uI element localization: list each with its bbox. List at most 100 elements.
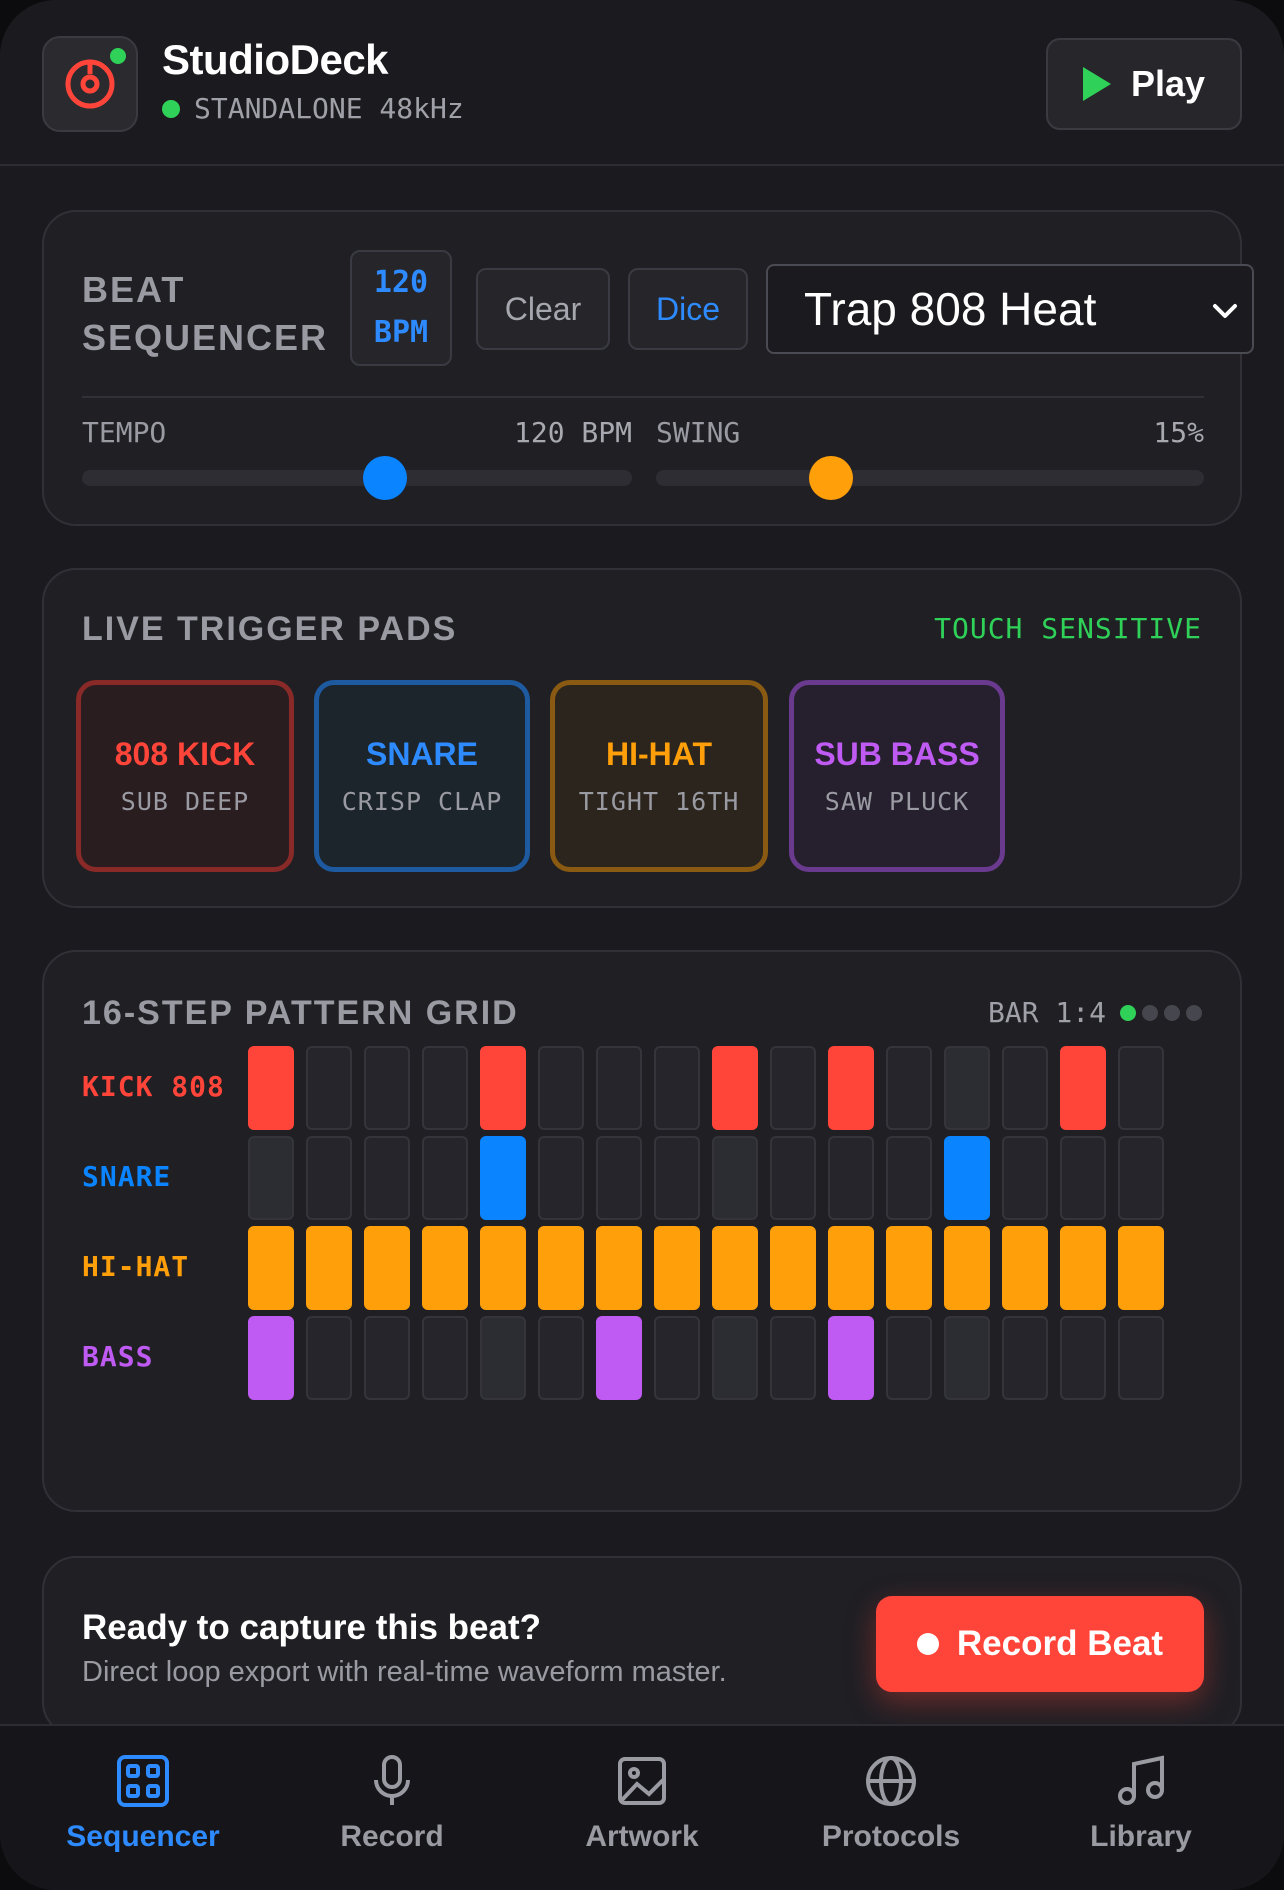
step-cell[interactable] [480, 1226, 526, 1310]
step-cell[interactable] [422, 1316, 468, 1400]
step-cell[interactable] [1118, 1046, 1164, 1130]
step-cell[interactable] [828, 1226, 874, 1310]
step-cell[interactable] [538, 1046, 584, 1130]
step-cell[interactable] [480, 1046, 526, 1130]
step-cell[interactable] [364, 1226, 410, 1310]
step-cell[interactable] [306, 1226, 352, 1310]
step-cell[interactable] [944, 1226, 990, 1310]
step-cell[interactable] [1060, 1226, 1106, 1310]
step-cell[interactable] [306, 1316, 352, 1400]
step-cell[interactable] [828, 1316, 874, 1400]
step-cell[interactable] [248, 1046, 294, 1130]
beat-sequencer-card: BEAT SEQUENCER 120 BPM Clear Dice Trap 8… [42, 210, 1254, 526]
bar-dots [1120, 1004, 1202, 1021]
step-cell[interactable] [248, 1316, 294, 1400]
swing-slider[interactable] [656, 456, 1204, 500]
step-cell[interactable] [306, 1046, 352, 1130]
step-cell[interactable] [828, 1046, 874, 1130]
step-cell[interactable] [364, 1136, 410, 1220]
bar-dot-1 [1120, 1004, 1136, 1021]
step-cell[interactable] [944, 1046, 990, 1130]
bpm-unit: BPM [373, 315, 429, 350]
step-cell[interactable] [538, 1226, 584, 1310]
step-cell[interactable] [480, 1136, 526, 1220]
step-cell[interactable] [1060, 1316, 1106, 1400]
play-button[interactable]: Play [1046, 38, 1242, 130]
step-cell[interactable] [1002, 1046, 1048, 1130]
step-cell[interactable] [596, 1226, 642, 1310]
app-header: StudioDeck STANDALONE 48kHz Play [0, 0, 1284, 166]
step-cell[interactable] [364, 1046, 410, 1130]
step-cell[interactable] [1060, 1136, 1106, 1220]
nav-library[interactable]: Library [1016, 1754, 1266, 1854]
step-cell[interactable] [1118, 1316, 1164, 1400]
step-cell[interactable] [480, 1316, 526, 1400]
step-cell[interactable] [248, 1136, 294, 1220]
step-cell[interactable] [422, 1226, 468, 1310]
step-cell[interactable] [1060, 1046, 1106, 1130]
step-cell[interactable] [770, 1136, 816, 1220]
step-cell[interactable] [886, 1316, 932, 1400]
step-cell[interactable] [886, 1226, 932, 1310]
step-cell[interactable] [654, 1136, 700, 1220]
step-cell[interactable] [712, 1316, 758, 1400]
tempo-slider[interactable] [82, 456, 632, 500]
step-cell[interactable] [886, 1136, 932, 1220]
bottom-nav: Sequencer Record Artwork Protocols Libra… [0, 1724, 1284, 1890]
step-cell[interactable] [248, 1226, 294, 1310]
pad-name: HI-HAT [605, 736, 713, 772]
step-cell[interactable] [596, 1136, 642, 1220]
nav-protocols[interactable]: Protocols [766, 1754, 1016, 1854]
nav-sequencer[interactable]: Sequencer [18, 1754, 268, 1854]
step-cell[interactable] [1002, 1136, 1048, 1220]
app-title: StudioDeck [162, 36, 389, 83]
nav-label: Library [1090, 1820, 1192, 1853]
step-cell[interactable] [364, 1316, 410, 1400]
step-cell[interactable] [712, 1226, 758, 1310]
step-cell[interactable] [712, 1136, 758, 1220]
step-cell[interactable] [654, 1316, 700, 1400]
step-cell[interactable] [944, 1136, 990, 1220]
preset-select[interactable]: Trap 808 Heat [766, 264, 1254, 354]
step-cell[interactable] [422, 1136, 468, 1220]
nav-artwork[interactable]: Artwork [517, 1754, 767, 1854]
clear-button[interactable]: Clear [476, 268, 610, 350]
step-cell[interactable] [538, 1136, 584, 1220]
step-cell[interactable] [770, 1046, 816, 1130]
record-dot-icon [916, 1633, 939, 1655]
step-cell[interactable] [1118, 1226, 1164, 1310]
pattern-grid-card: 16-STEP PATTERN GRID BAR 1:4 KICK 808 SNA… [42, 950, 1242, 1512]
step-cell[interactable] [828, 1136, 874, 1220]
step-cell[interactable] [596, 1046, 642, 1130]
step-cell[interactable] [886, 1046, 932, 1130]
pad-subtitle: CRISP CLAP [341, 787, 503, 816]
trigger-pad[interactable]: HI-HAT TIGHT 16TH [550, 680, 768, 872]
online-dot [110, 48, 126, 64]
step-cell[interactable] [1002, 1226, 1048, 1310]
track-label: SNARE [82, 1160, 172, 1193]
image-icon [618, 1757, 666, 1805]
bpm-display[interactable]: 120 BPM [350, 250, 452, 366]
microphone-icon [374, 1755, 410, 1805]
nav-record[interactable]: Record [267, 1754, 517, 1854]
step-cell[interactable] [654, 1046, 700, 1130]
step-cell[interactable] [770, 1226, 816, 1310]
step-cell[interactable] [654, 1226, 700, 1310]
step-cell[interactable] [712, 1046, 758, 1130]
step-cell[interactable] [944, 1316, 990, 1400]
step-cell[interactable] [1002, 1316, 1048, 1400]
step-cell[interactable] [422, 1046, 468, 1130]
app-screen: StudioDeck STANDALONE 48kHz Play BEAT SE… [0, 0, 1284, 1890]
trigger-pad[interactable]: SUB BASS SAW PLUCK [789, 680, 1005, 872]
step-cell[interactable] [306, 1136, 352, 1220]
swing-slider-handle[interactable] [809, 456, 854, 500]
step-cell[interactable] [770, 1316, 816, 1400]
step-cell[interactable] [596, 1316, 642, 1400]
dice-button[interactable]: Dice [628, 268, 748, 350]
tempo-slider-handle[interactable] [362, 456, 407, 500]
trigger-pad[interactable]: SNARE CRISP CLAP [314, 680, 530, 872]
step-cell[interactable] [1118, 1136, 1164, 1220]
step-cell[interactable] [538, 1316, 584, 1400]
trigger-pad[interactable]: 808 KICK SUB DEEP [76, 680, 294, 872]
record-beat-button[interactable]: Record Beat [876, 1596, 1204, 1692]
